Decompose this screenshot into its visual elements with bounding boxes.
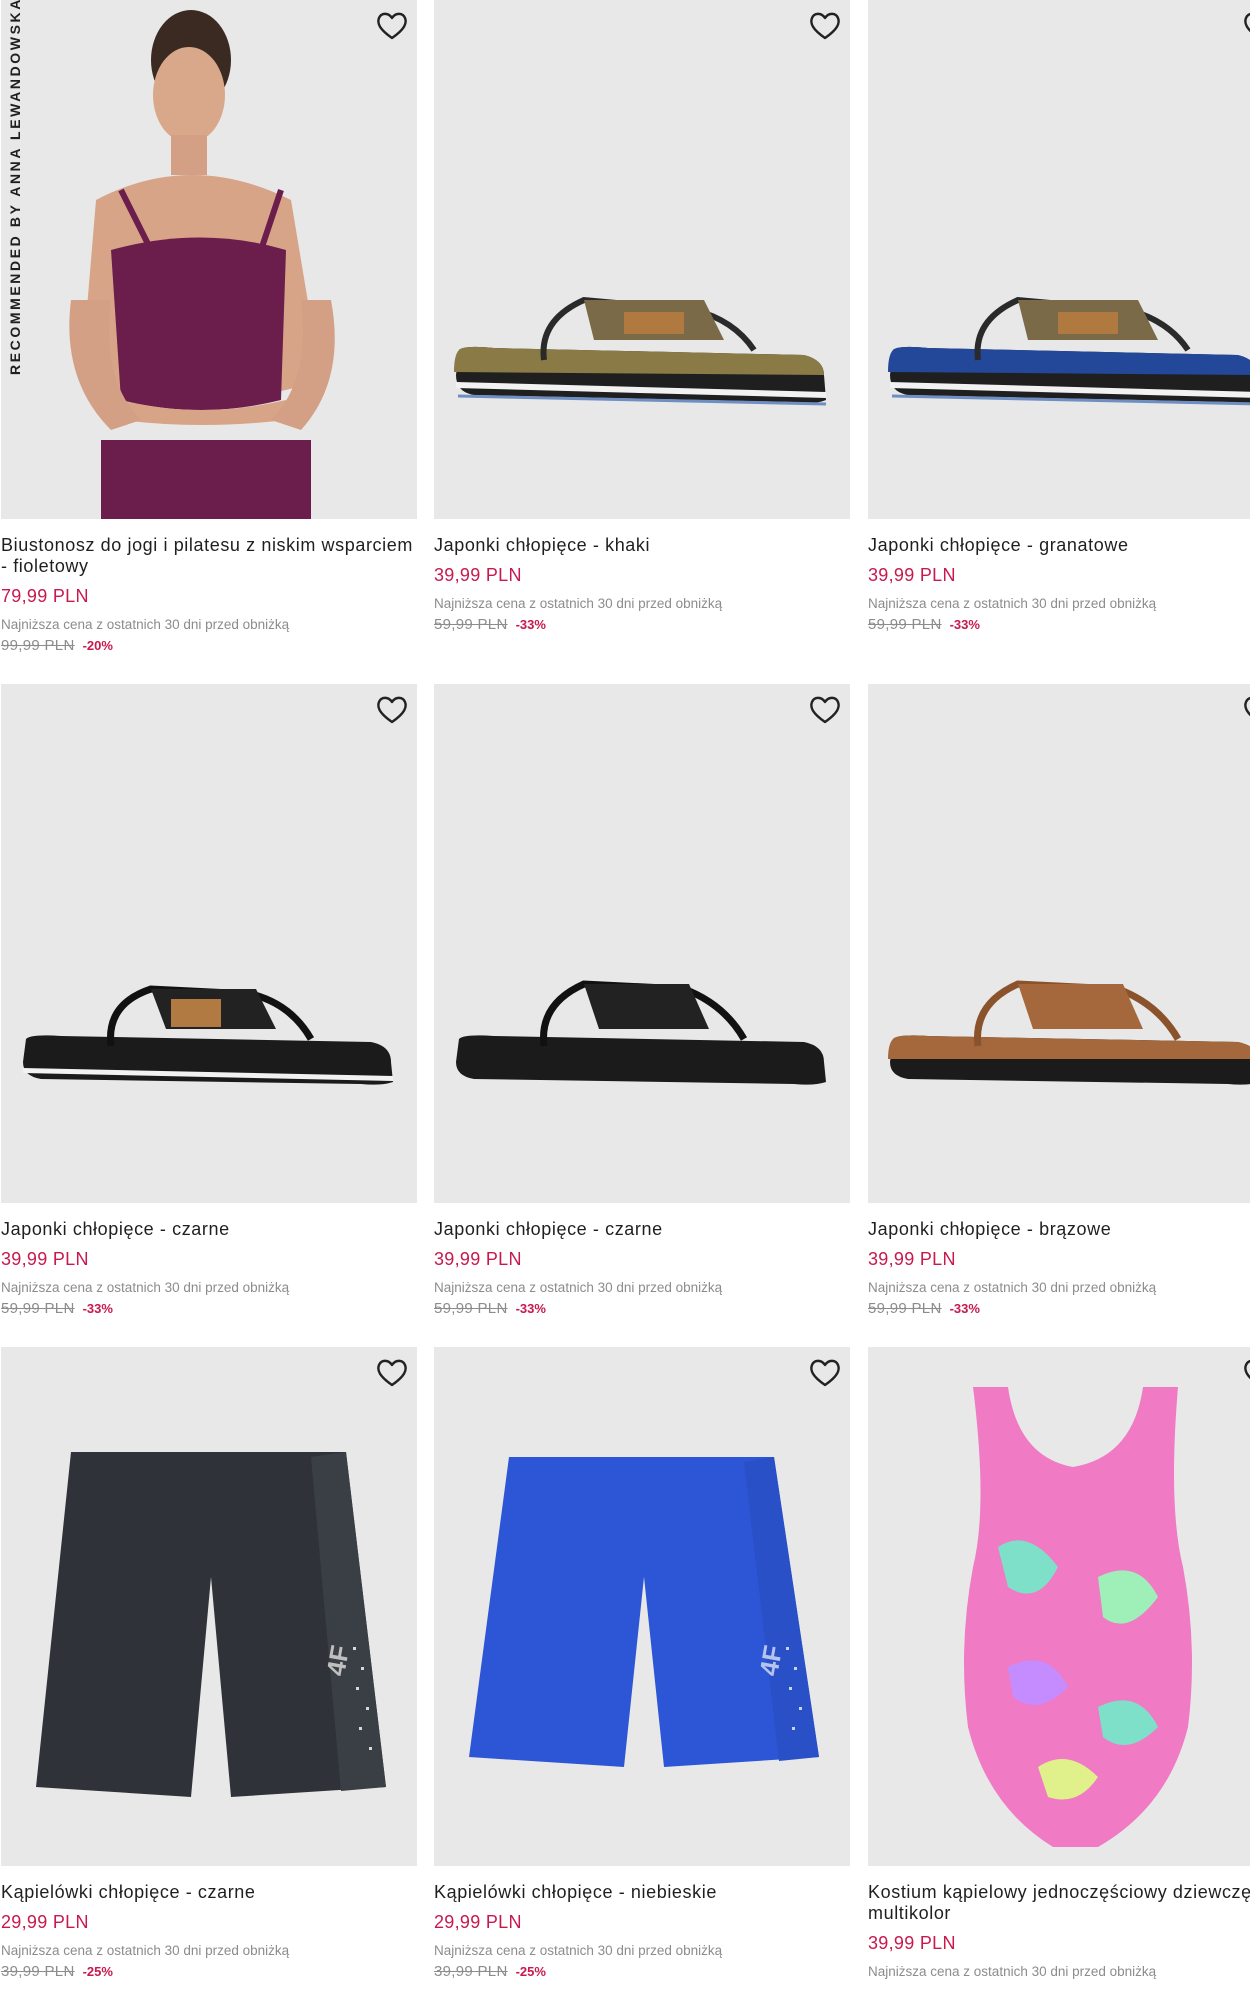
wishlist-heart-icon[interactable] [1242, 10, 1250, 42]
discount-badge: -33% [82, 1301, 113, 1316]
product-name[interactable]: Japonki chłopięce - czarne [1, 1219, 417, 1240]
product-image[interactable] [434, 684, 850, 1203]
discount-badge: -25% [82, 1964, 113, 1979]
old-price: 59,99 PLN [868, 1300, 942, 1317]
product-price: 79,99 PLN [1, 586, 89, 606]
old-price: 59,99 PLN [868, 616, 942, 633]
svg-text:4F: 4F [320, 1643, 355, 1678]
product-image[interactable] [434, 0, 850, 519]
wishlist-heart-icon[interactable] [1242, 1357, 1250, 1389]
product-name[interactable]: Japonki chłopięce - khaki [434, 535, 850, 556]
navy-flip-flop-photo [868, 0, 1250, 519]
blue-swim-shorts-photo: 4F [434, 1347, 850, 1866]
lowest-price-note: Najniższa cena z ostatnich 30 dni przed … [434, 1943, 723, 1958]
product-price: 39,99 PLN [868, 1933, 956, 1953]
product-image[interactable]: RECOMMENDED BY ANNA LEWANDOWSKA [1, 0, 417, 519]
svg-text:4F: 4F [753, 1643, 788, 1678]
old-price: 39,99 PLN [1, 1963, 75, 1980]
wishlist-heart-icon[interactable] [808, 694, 842, 726]
lowest-price-note: Najniższa cena z ostatnich 30 dni przed … [868, 1280, 1157, 1295]
product-name[interactable]: Kąpielówki chłopięce - czarne [1, 1882, 417, 1903]
product-price: 39,99 PLN [434, 565, 522, 585]
product-price: 39,99 PLN [1, 1249, 89, 1269]
black-flip-flop-photo [1, 684, 417, 1203]
wishlist-heart-icon[interactable] [375, 694, 409, 726]
discount-badge: -33% [515, 617, 546, 632]
product-image[interactable]: 4F [1, 1347, 417, 1866]
product-name[interactable]: Kostium kąpielowy jednoczęściowy dziewcz… [868, 1882, 1250, 1924]
product-name[interactable]: Japonki chłopięce - granatowe [868, 535, 1250, 556]
discount-badge: -33% [515, 1301, 546, 1316]
old-price: 59,99 PLN [434, 616, 508, 633]
product-card[interactable]: RECOMMENDED BY ANNA LEWANDOWSKA Biustono… [1, 0, 417, 654]
wishlist-heart-icon[interactable] [375, 10, 409, 42]
product-image[interactable] [868, 684, 1250, 1203]
product-image[interactable] [868, 0, 1250, 519]
product-price: 39,99 PLN [434, 1249, 522, 1269]
lowest-price-note: Najniższa cena z ostatnich 30 dni przed … [1, 1280, 290, 1295]
product-image[interactable] [868, 1347, 1250, 1866]
product-card[interactable]: 4F Kąpielówki chłopięce - niebieskie 29,… [434, 1347, 850, 1980]
wishlist-heart-icon[interactable] [808, 1357, 842, 1389]
wishlist-heart-icon[interactable] [808, 10, 842, 42]
old-price: 59,99 PLN [1, 1300, 75, 1317]
discount-badge: -20% [82, 638, 113, 653]
product-name[interactable]: Japonki chłopięce - czarne [434, 1219, 850, 1240]
product-image[interactable] [1, 684, 417, 1203]
product-price: 39,99 PLN [868, 565, 956, 585]
product-card[interactable]: Kostium kąpielowy jednoczęściowy dziewcz… [868, 1347, 1250, 1980]
discount-badge: -33% [949, 1301, 980, 1316]
recommended-badge: RECOMMENDED BY ANNA LEWANDOWSKA [7, 0, 23, 375]
product-price: 29,99 PLN [434, 1912, 522, 1932]
lowest-price-note: Najniższa cena z ostatnich 30 dni przed … [434, 596, 723, 611]
discount-badge: -33% [949, 617, 980, 632]
wishlist-heart-icon[interactable] [375, 1357, 409, 1389]
black-flip-flop-photo [434, 684, 850, 1203]
brown-flip-flop-photo [868, 684, 1250, 1203]
khaki-flip-flop-photo [434, 0, 850, 519]
lowest-price-note: Najniższa cena z ostatnich 30 dni przed … [868, 596, 1157, 611]
old-price: 59,99 PLN [434, 1300, 508, 1317]
product-price: 29,99 PLN [1, 1912, 89, 1932]
product-card[interactable]: Japonki chłopięce - granatowe 39,99 PLN … [868, 0, 1250, 633]
product-name[interactable]: Biustonosz do jogi i pilatesu z niskim w… [1, 535, 417, 577]
product-card[interactable]: Japonki chłopięce - brązowe 39,99 PLN Na… [868, 684, 1250, 1317]
product-card[interactable]: 4F Kąpielówki chłopięce - czarne 29,99 P… [1, 1347, 417, 1980]
product-card[interactable]: Japonki chłopięce - czarne 39,99 PLN Naj… [434, 684, 850, 1317]
product-card[interactable]: Japonki chłopięce - khaki 39,99 PLN Najn… [434, 0, 850, 633]
lowest-price-note: Najniższa cena z ostatnich 30 dni przed … [1, 1943, 290, 1958]
purple-sports-bra-photo [1, 0, 417, 519]
product-price: 39,99 PLN [868, 1249, 956, 1269]
product-name[interactable]: Kąpielówki chłopięce - niebieskie [434, 1882, 850, 1903]
lowest-price-note: Najniższa cena z ostatnich 30 dni przed … [1, 617, 290, 632]
lowest-price-note: Najniższa cena z ostatnich 30 dni przed … [868, 1964, 1157, 1979]
old-price: 39,99 PLN [434, 1963, 508, 1980]
black-swim-shorts-photo: 4F [1, 1347, 417, 1866]
lowest-price-note: Najniższa cena z ostatnich 30 dni przed … [434, 1280, 723, 1295]
wishlist-heart-icon[interactable] [1242, 694, 1250, 726]
discount-badge: -25% [515, 1964, 546, 1979]
multicolor-swimsuit-photo [868, 1347, 1250, 1866]
old-price: 99,99 PLN [1, 637, 75, 654]
product-card[interactable]: Japonki chłopięce - czarne 39,99 PLN Naj… [1, 684, 417, 1317]
product-name[interactable]: Japonki chłopięce - brązowe [868, 1219, 1250, 1240]
product-image[interactable]: 4F [434, 1347, 850, 1866]
